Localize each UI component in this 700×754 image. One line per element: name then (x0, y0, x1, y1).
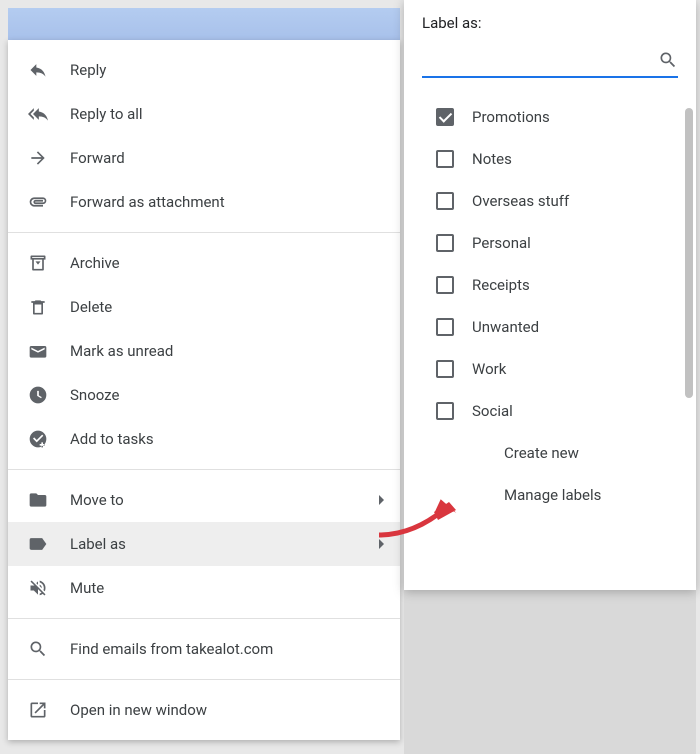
label-name: Receipts (472, 276, 530, 294)
create-new-label[interactable]: Create new (436, 432, 678, 474)
label-search-input[interactable] (422, 44, 658, 76)
menu-label-as[interactable]: Label as (8, 522, 400, 566)
labels-list[interactable]: Promotions Notes Overseas stuff Personal Rec… (404, 96, 696, 582)
window-titlebar (8, 8, 400, 40)
menu-label: Open in new window (70, 701, 384, 719)
delete-icon (28, 297, 48, 317)
label-row[interactable]: Overseas stuff (436, 180, 678, 222)
snooze-icon (28, 385, 48, 405)
menu-label: Reply (70, 61, 384, 79)
checkbox-icon[interactable] (436, 150, 454, 168)
chevron-right-icon (379, 495, 384, 505)
menu-label: Archive (70, 254, 384, 272)
label-name: Overseas stuff (472, 192, 569, 210)
background-panel (404, 590, 696, 754)
chevron-right-icon (379, 539, 384, 549)
menu-label: Mark as unread (70, 342, 384, 360)
search-icon (28, 639, 48, 659)
menu-label: Forward (70, 149, 384, 167)
add-tasks-icon (28, 429, 48, 449)
label-row[interactable]: Unwanted (436, 306, 678, 348)
menu-snooze[interactable]: Snooze (8, 373, 400, 417)
forward-icon (28, 148, 48, 168)
menu-forward[interactable]: Forward (8, 136, 400, 180)
scrollbar-thumb[interactable] (685, 108, 693, 398)
checkbox-icon[interactable] (436, 360, 454, 378)
menu-label: Mute (70, 579, 384, 597)
menu-label: Reply to all (70, 105, 384, 123)
label-name: Social (472, 402, 513, 420)
checkbox-icon[interactable] (436, 234, 454, 252)
menu-reply-all[interactable]: Reply to all (8, 92, 400, 136)
menu-label: Forward as attachment (70, 193, 384, 211)
menu-find-emails[interactable]: Find emails from takealot.com (8, 627, 400, 671)
menu-move-to[interactable]: Move to (8, 478, 400, 522)
label-name: Unwanted (472, 318, 539, 336)
search-icon (658, 50, 678, 70)
menu-label: Label as (70, 535, 379, 553)
menu-label: Find emails from takealot.com (70, 640, 384, 658)
popover-title: Label as: (404, 14, 696, 44)
open-new-window-icon (28, 700, 48, 720)
mute-icon (28, 578, 48, 598)
menu-mark-unread[interactable]: Mark as unread (8, 329, 400, 373)
context-menu: Reply Reply to all Forward Forward as at… (8, 40, 400, 740)
checkbox-icon[interactable] (436, 276, 454, 294)
mark-unread-icon (28, 341, 48, 361)
checkbox-icon[interactable] (436, 318, 454, 336)
label-row[interactable]: Personal (436, 222, 678, 264)
label-row[interactable]: Work (436, 348, 678, 390)
archive-icon (28, 253, 48, 273)
label-as-popover: Label as: PromotionsNotesOverseas stuffP… (404, 0, 696, 590)
folder-icon (28, 490, 48, 510)
menu-archive[interactable]: Archive (8, 241, 400, 285)
menu-reply[interactable]: Reply (8, 48, 400, 92)
label-search-row (422, 44, 678, 78)
attachment-icon (28, 192, 48, 212)
checkbox-icon[interactable] (436, 192, 454, 210)
scrollbar-track[interactable] (682, 108, 696, 468)
reply-all-icon (28, 104, 48, 124)
menu-label: Delete (70, 298, 384, 316)
reply-icon (28, 60, 48, 80)
label-name: Notes (472, 150, 512, 168)
checkbox-icon[interactable] (436, 108, 454, 126)
menu-label: Add to tasks (70, 430, 384, 448)
label-row[interactable]: Receipts (436, 264, 678, 306)
menu-open-new-window[interactable]: Open in new window (8, 688, 400, 732)
menu-delete[interactable]: Delete (8, 285, 400, 329)
label-icon (28, 534, 48, 554)
label-name: Personal (472, 234, 531, 252)
label-row[interactable]: Promotions (436, 96, 678, 138)
menu-label: Move to (70, 491, 379, 509)
menu-forward-attachment[interactable]: Forward as attachment (8, 180, 400, 224)
checkbox-icon[interactable] (436, 402, 454, 420)
label-name: Work (472, 360, 506, 378)
label-row[interactable]: Notes (436, 138, 678, 180)
label-row[interactable]: Social (436, 390, 678, 432)
menu-mute[interactable]: Mute (8, 566, 400, 610)
label-name: Promotions (472, 108, 550, 126)
manage-labels[interactable]: Manage labels (436, 474, 678, 516)
menu-add-tasks[interactable]: Add to tasks (8, 417, 400, 461)
menu-label: Snooze (70, 386, 384, 404)
